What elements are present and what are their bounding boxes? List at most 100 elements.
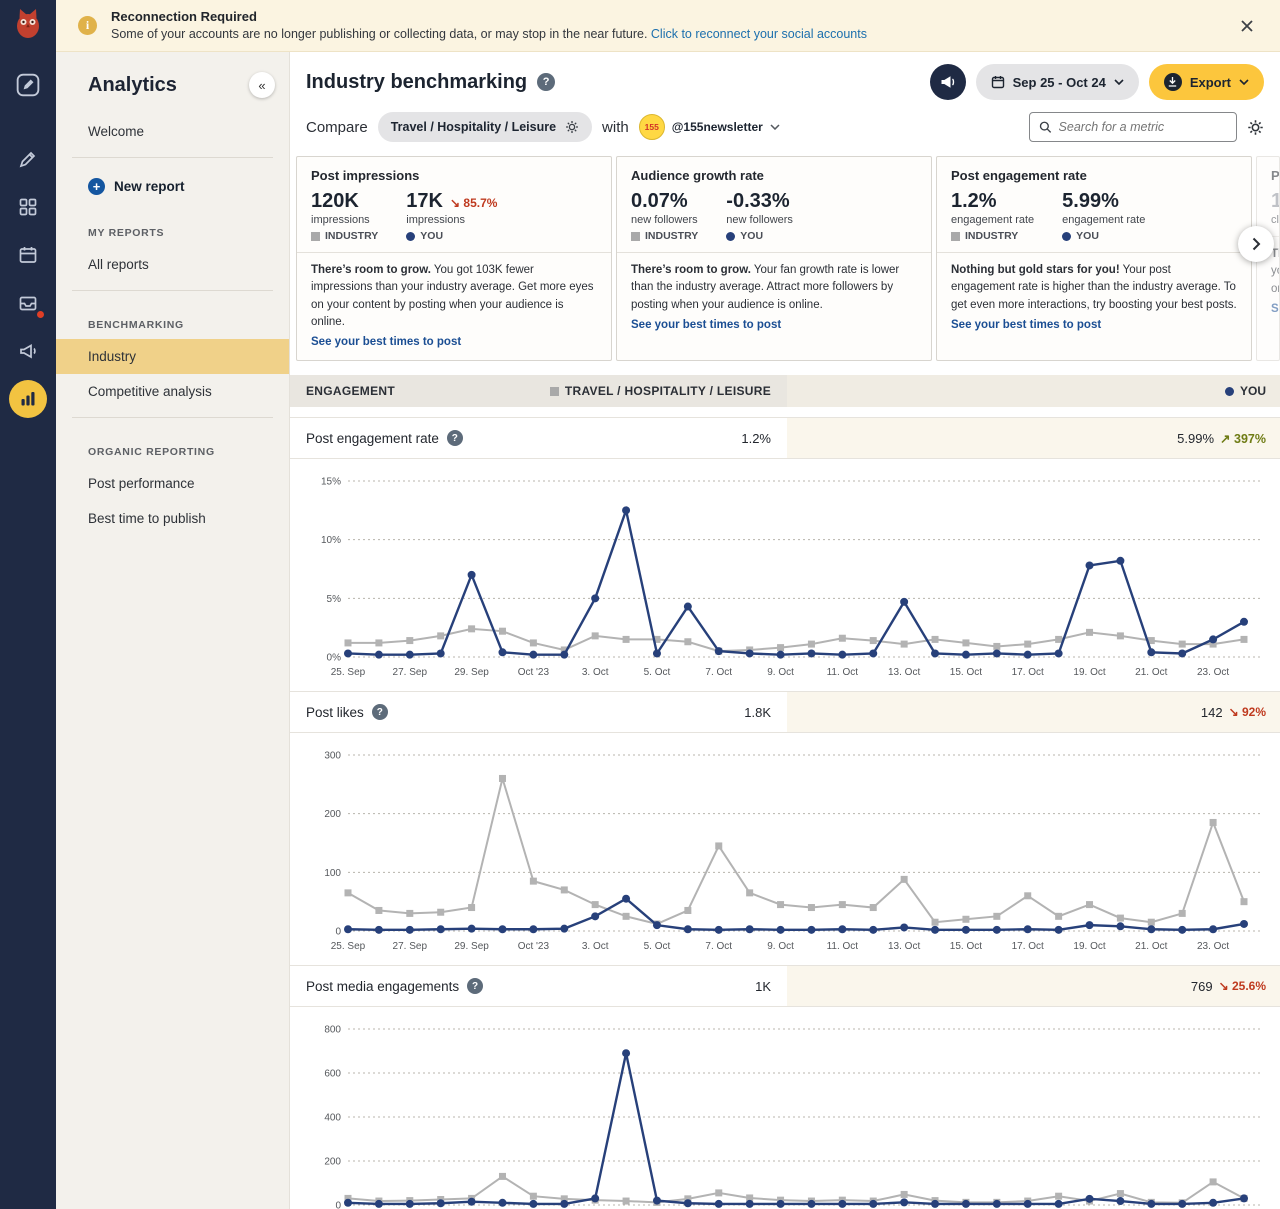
- you-stats: 5.99% engagement rate YOU: [1062, 190, 1145, 242]
- account-avatar: 155: [639, 114, 665, 140]
- you-stats: -0.33% new followers YOU: [726, 190, 793, 242]
- svg-text:17. Oct: 17. Oct: [1012, 667, 1044, 678]
- svg-text:10%: 10%: [321, 535, 341, 546]
- card-title: Post impressions: [297, 168, 611, 183]
- sidebar-title: Analytics: [88, 74, 177, 97]
- sidebar-item-all-reports[interactable]: All reports: [56, 247, 289, 282]
- announcements-megaphone-button[interactable]: [930, 64, 966, 100]
- svg-text:11. Oct: 11. Oct: [827, 667, 859, 678]
- chevron-down-icon: [770, 124, 780, 130]
- search-input[interactable]: [1059, 120, 1227, 134]
- svg-text:15. Oct: 15. Oct: [950, 941, 982, 952]
- sidebar-item-competitive-analysis[interactable]: Competitive analysis: [56, 374, 289, 409]
- svg-text:200: 200: [324, 809, 341, 820]
- sidebar-item-best-time-to-publish[interactable]: Best time to publish: [56, 501, 289, 536]
- reconnection-banner: i Reconnection Required Some of your acc…: [56, 0, 1280, 52]
- post-engagement-rate-chart: 0%5%10%15%25. Sep27. Sep29. SepOct '233.…: [290, 459, 1280, 691]
- industry-swatch: [311, 232, 320, 241]
- svg-text:7. Oct: 7. Oct: [705, 667, 732, 678]
- card-audience-growth-rate: Audience growth rate 0.07% new followers…: [616, 156, 932, 361]
- divider: [937, 252, 1251, 253]
- section-my-reports: MY REPORTS: [56, 207, 289, 247]
- sidebar-item-industry[interactable]: Industry: [56, 339, 289, 374]
- industry-value: 1K: [755, 979, 771, 994]
- industry-selector-pill[interactable]: Travel / Hospitality / Leisure: [378, 112, 592, 142]
- gear-icon[interactable]: [565, 120, 579, 134]
- planner-calendar-icon[interactable]: [9, 236, 47, 274]
- svg-text:0: 0: [335, 927, 341, 938]
- help-icon[interactable]: ?: [467, 978, 483, 994]
- posts-pen-icon[interactable]: [9, 140, 47, 178]
- collapse-sidebar-button[interactable]: «: [249, 72, 275, 98]
- svg-text:13. Oct: 13. Oct: [888, 667, 920, 678]
- notification-badge: [35, 309, 46, 320]
- industry-legend: TRAVEL / HOSPITALITY / LEISURE: [550, 384, 771, 398]
- help-icon[interactable]: ?: [372, 704, 388, 720]
- next-cards-button[interactable]: [1238, 226, 1274, 262]
- inbox-icon[interactable]: [9, 284, 47, 322]
- svg-text:5%: 5%: [327, 594, 342, 605]
- compose-icon[interactable]: [9, 66, 47, 104]
- new-report-button[interactable]: + New report: [56, 166, 289, 207]
- account-selector[interactable]: 155 @155newsletter: [639, 114, 780, 140]
- date-range-picker[interactable]: Sep 25 - Oct 24: [976, 64, 1139, 100]
- svg-text:23. Oct: 23. Oct: [1197, 667, 1229, 678]
- info-icon: i: [78, 16, 97, 35]
- metric-label: Post likes: [306, 705, 364, 720]
- chevron-right-icon: [1252, 237, 1261, 251]
- banner-title: Reconnection Required: [111, 8, 867, 26]
- svg-text:7. Oct: 7. Oct: [705, 941, 732, 952]
- section-title: ENGAGEMENT: [306, 384, 395, 398]
- compare-label: Compare: [306, 119, 368, 136]
- line-chart: 010020030025. Sep27. Sep29. SepOct '233.…: [300, 745, 1270, 957]
- streams-grid-icon[interactable]: [9, 188, 47, 226]
- engagement-table-header: ENGAGEMENT TRAVEL / HOSPITALITY / LEISUR…: [290, 375, 1280, 407]
- you-stats: 17K ↘ 85.7% impressions YOU: [406, 190, 497, 242]
- analytics-sidebar: Analytics « Welcome + New report MY REPO…: [56, 52, 290, 1209]
- sidebar-item-welcome[interactable]: Welcome: [56, 114, 289, 149]
- you-swatch: [406, 232, 415, 241]
- industry-stats: 120K impressions INDUSTRY: [311, 190, 378, 242]
- card-message: Nothing but gold stars for you! Your pos…: [937, 262, 1251, 314]
- compare-bar: Compare Travel / Hospitality / Leisure w…: [290, 108, 1280, 154]
- amplify-megaphone-icon[interactable]: [9, 332, 47, 370]
- close-icon[interactable]: [1232, 11, 1262, 41]
- you-swatch: [1225, 387, 1234, 396]
- svg-text:0: 0: [335, 1201, 341, 1209]
- help-icon[interactable]: ?: [447, 430, 463, 446]
- date-range-label: Sep 25 - Oct 24: [1013, 75, 1106, 90]
- analytics-icon[interactable]: [9, 380, 47, 418]
- industry-swatch: [550, 387, 559, 396]
- account-handle: @155newsletter: [672, 120, 763, 134]
- svg-text:11. Oct: 11. Oct: [827, 941, 859, 952]
- row-post-media-engagements: Post media engagements ? 1K 769 ↘ 25.6%: [290, 965, 1280, 1007]
- svg-text:17. Oct: 17. Oct: [1012, 941, 1044, 952]
- card-message: There’s room to grow. Your fan growth ra…: [617, 262, 931, 314]
- best-times-link[interactable]: See your best times to post: [937, 319, 1251, 331]
- section-benchmarking: BENCHMARKING: [56, 299, 289, 339]
- main-content: Industry benchmarking ? Sep 25 - Oct 24 …: [290, 52, 1280, 1209]
- svg-text:21. Oct: 21. Oct: [1135, 941, 1167, 952]
- svg-text:19. Oct: 19. Oct: [1073, 667, 1105, 678]
- svg-text:27. Sep: 27. Sep: [393, 941, 428, 952]
- row-post-likes: Post likes ? 1.8K 142 ↘ 92%: [290, 691, 1280, 733]
- svg-text:25. Sep: 25. Sep: [331, 667, 366, 678]
- divider: [72, 157, 273, 158]
- line-chart: 0%5%10%15%25. Sep27. Sep29. SepOct '233.…: [300, 471, 1270, 683]
- svg-text:21. Oct: 21. Oct: [1135, 667, 1167, 678]
- divider: [72, 417, 273, 418]
- banner-message: Some of your accounts are no longer publ…: [111, 26, 867, 43]
- best-times-link[interactable]: See your best times to post: [617, 319, 931, 331]
- settings-gear-icon[interactable]: [1247, 119, 1264, 136]
- hootsuite-owl-logo[interactable]: [10, 6, 46, 47]
- svg-text:5. Oct: 5. Oct: [644, 667, 671, 678]
- app-rail: [0, 0, 56, 1209]
- help-icon[interactable]: ?: [537, 73, 555, 91]
- reconnect-link[interactable]: Click to reconnect your social accounts: [651, 27, 867, 41]
- card-message: There’s room to grow. You got 103K fewer…: [297, 262, 611, 331]
- best-times-link[interactable]: See your best times to post: [297, 336, 611, 348]
- sidebar-item-post-performance[interactable]: Post performance: [56, 466, 289, 501]
- export-button[interactable]: Export: [1149, 64, 1264, 100]
- summary-cards: Post impressions 120K impressions INDUST…: [290, 154, 1280, 375]
- svg-text:19. Oct: 19. Oct: [1073, 941, 1105, 952]
